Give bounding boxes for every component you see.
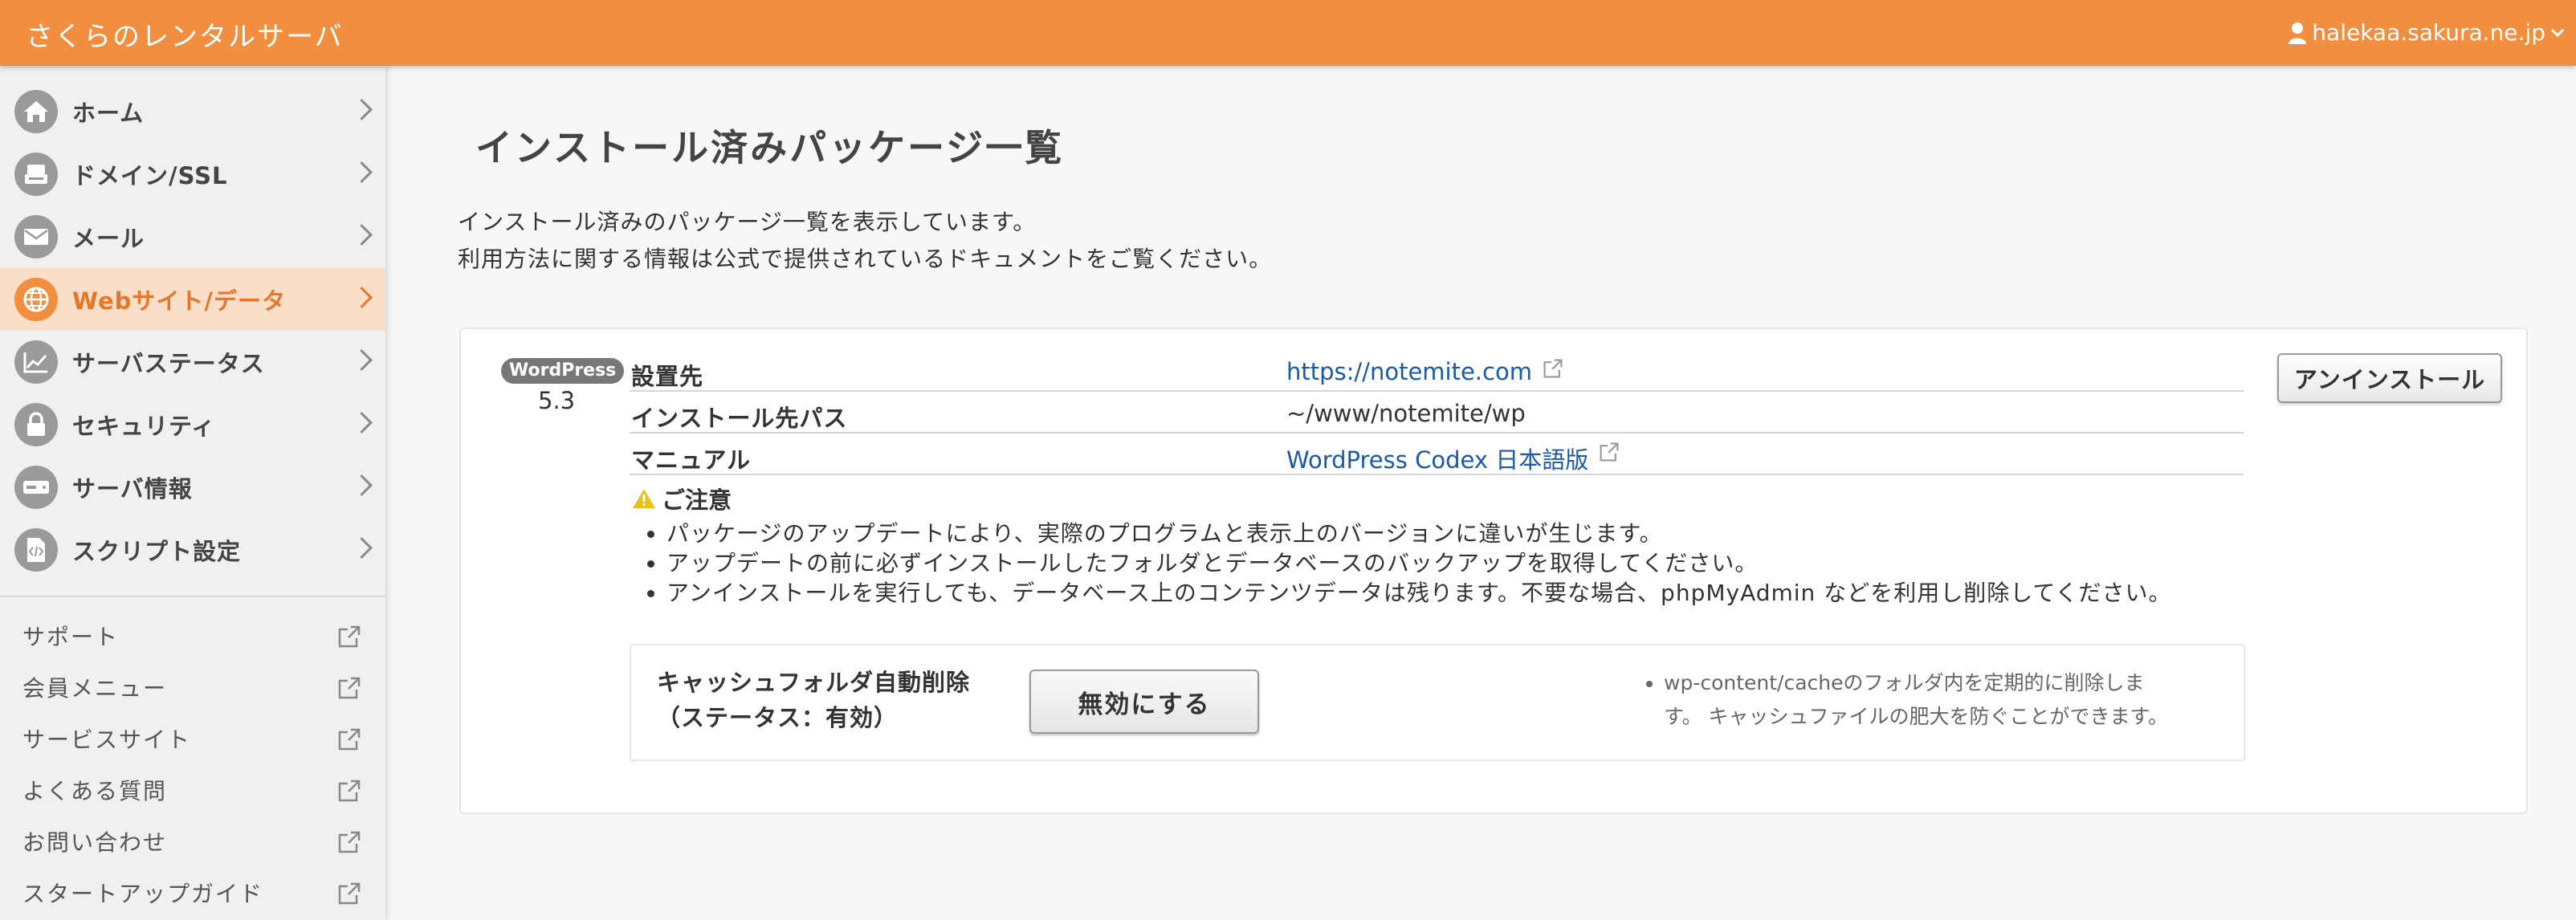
notice-title: ご注意 bbox=[662, 486, 732, 514]
chevron-right-icon bbox=[351, 537, 373, 559]
sidebar-item-security[interactable]: セキュリティ bbox=[0, 393, 385, 456]
sidebar-item-label: ドメイン/SSL bbox=[72, 162, 228, 189]
description-line: 利用方法に関する情報は公式で提供されているドキュメントをご覧ください。 bbox=[458, 246, 1273, 272]
list-item: wp-content/cacheのフォルダ内を定期的に削除します。 キャッシュフ… bbox=[1664, 666, 2242, 734]
sidebar-item-label: サーバステータス bbox=[72, 350, 265, 377]
page-description: インストール済みのパッケージ一覧を表示しています。 利用方法に関する情報は公式で… bbox=[458, 204, 1272, 278]
top-bar: さくらのレンタルサーバ halekaa.sakura.ne.jp bbox=[0, 0, 2576, 66]
sidebar-item-server-status[interactable]: サーバステータス bbox=[0, 331, 385, 393]
chevron-down-icon bbox=[2550, 28, 2565, 37]
sidebar-item-label: セキュリティ bbox=[72, 413, 216, 440]
chevron-right-icon bbox=[351, 349, 373, 371]
sidebar-link-service-site[interactable]: サービスサイト bbox=[0, 713, 385, 764]
globe-icon bbox=[14, 278, 58, 321]
external-link-icon bbox=[338, 831, 361, 853]
server-icon bbox=[14, 466, 58, 509]
sidebar-item-domain[interactable]: ドメイン/SSL bbox=[0, 143, 385, 206]
package-card: WordPress 5.3 設置先 https://notemite.com イ… bbox=[459, 328, 2528, 814]
sidebar-item-label: メール bbox=[72, 225, 145, 252]
list-item: パッケージのアップデートにより、実際のプログラムと表示上のバージョンに違いが生じ… bbox=[666, 519, 2172, 548]
page-title: インストール済みパッケージ一覧 bbox=[475, 126, 1065, 169]
package-badge: WordPress bbox=[501, 358, 625, 384]
home-icon bbox=[14, 90, 58, 133]
cache-setting-status: （ステータス：有効） bbox=[657, 704, 899, 731]
chevron-right-icon bbox=[351, 412, 373, 434]
external-link-icon bbox=[1543, 359, 1563, 378]
install-location-label: 設置先 bbox=[631, 363, 704, 390]
sidebar-link-support[interactable]: サポート bbox=[0, 610, 385, 662]
install-location-url: https://notemite.com bbox=[1286, 358, 1532, 385]
chevron-right-icon bbox=[351, 161, 373, 183]
sidebar-link-label: 会員メニュー bbox=[22, 675, 168, 702]
disable-cache-button[interactable]: 無効にする bbox=[1029, 670, 1259, 734]
list-item: アンインストールを実行しても、データベース上のコンテンツデータは残ります。不要な… bbox=[666, 578, 2172, 608]
user-menu[interactable]: halekaa.sakura.ne.jp bbox=[2288, 19, 2565, 46]
sidebar-item-label: サーバ情報 bbox=[72, 475, 193, 503]
notice-heading: ご注意 bbox=[631, 482, 732, 515]
sidebar-link-label: スタートアップガイド bbox=[22, 881, 264, 907]
sidebar-link-label: サポート bbox=[22, 624, 120, 650]
external-link-icon bbox=[338, 677, 361, 699]
user-icon bbox=[2289, 22, 2307, 44]
cache-setting-title: キャッシュフォルダ自動削除 bbox=[657, 669, 971, 696]
table-row: 設置先 https://notemite.com bbox=[630, 350, 2244, 392]
sidebar-link-label: よくある質問 bbox=[22, 778, 168, 804]
sidebar-item-label: Webサイト/データ bbox=[72, 287, 286, 315]
list-item: アップデートの前に必ずインストールしたフォルダとデータベースのバックアップを取得… bbox=[666, 548, 2172, 578]
uninstall-button[interactable]: アンインストール bbox=[2277, 353, 2502, 403]
user-name: halekaa.sakura.ne.jp bbox=[2312, 19, 2545, 46]
external-link-icon bbox=[338, 728, 361, 751]
external-link-icon bbox=[338, 882, 361, 905]
sidebar-link-label: サービスサイト bbox=[22, 727, 192, 753]
sidebar-link-startup-guide[interactable]: スタートアップガイド bbox=[0, 867, 385, 918]
external-link-icon bbox=[338, 625, 361, 648]
sidebar-divider bbox=[0, 596, 385, 597]
cache-setting-box: キャッシュフォルダ自動削除 （ステータス：有効） 無効にする wp-conten… bbox=[630, 644, 2245, 761]
sidebar-item-website-data[interactable]: Webサイト/データ bbox=[0, 268, 385, 331]
sidebar-link-label: お問い合わせ bbox=[22, 829, 168, 856]
chart-icon bbox=[14, 340, 58, 384]
sidebar-link-member-menu[interactable]: 会員メニュー bbox=[0, 662, 385, 713]
package-version: 5.3 bbox=[538, 387, 576, 414]
manual-link[interactable]: WordPress Codex 日本語版 bbox=[1286, 442, 1620, 475]
cache-note-line1: wp-content/cacheのフォルダ内を定期的に削除しま bbox=[1664, 671, 2145, 694]
install-path-value: ~/www/notemite/wp bbox=[1286, 400, 1526, 427]
sidebar-item-script-settings[interactable]: スクリプト設定 bbox=[0, 519, 385, 581]
cache-note: wp-content/cacheのフォルダ内を定期的に削除します。 キャッシュフ… bbox=[1635, 666, 2242, 734]
sidebar-item-label: ホーム bbox=[72, 100, 145, 127]
sidebar-item-home[interactable]: ホーム bbox=[0, 80, 385, 143]
cache-note-line2: す。 キャッシュファイルの肥大を防ぐことができます。 bbox=[1664, 705, 2168, 728]
description-line: インストール済みのパッケージ一覧を表示しています。 bbox=[458, 209, 1037, 235]
main-content: インストール済みパッケージ一覧 インストール済みのパッケージ一覧を表示しています… bbox=[385, 66, 2576, 920]
sidebar-item-server-info[interactable]: サーバ情報 bbox=[0, 456, 385, 519]
sidebar-link-contact[interactable]: お問い合わせ bbox=[0, 816, 385, 867]
manual-label: マニュアル bbox=[631, 446, 752, 474]
sidebar-item-label: スクリプト設定 bbox=[72, 538, 242, 565]
table-row: インストール先パス ~/www/notemite/wp bbox=[630, 392, 2244, 434]
install-path-label: インストール先パス bbox=[631, 405, 848, 432]
package-info-table: 設置先 https://notemite.com インストール先パス ~/www… bbox=[630, 350, 2244, 475]
sidebar-item-mail[interactable]: メール bbox=[0, 206, 385, 268]
cache-setting-label: キャッシュフォルダ自動削除 （ステータス：有効） bbox=[657, 665, 970, 735]
notice-list: パッケージのアップデートにより、実際のプログラムと表示上のバージョンに違いが生じ… bbox=[631, 519, 2172, 608]
domain-icon bbox=[14, 153, 58, 196]
install-location-link[interactable]: https://notemite.com bbox=[1286, 358, 1563, 385]
chevron-right-icon bbox=[351, 224, 373, 246]
chevron-right-icon bbox=[351, 474, 373, 496]
table-row: マニュアル WordPress Codex 日本語版 bbox=[630, 434, 2244, 475]
external-link-icon bbox=[1600, 442, 1619, 462]
sidebar: ホーム ドメイン/SSL メール Webサイト/データ サーバステータス セキュ bbox=[0, 66, 385, 920]
lock-icon bbox=[14, 403, 58, 446]
sidebar-link-faq[interactable]: よくある質問 bbox=[0, 764, 385, 816]
external-link-icon bbox=[338, 780, 361, 802]
chevron-right-icon bbox=[351, 287, 373, 308]
manual-link-text: WordPress Codex 日本語版 bbox=[1286, 446, 1589, 474]
script-icon bbox=[14, 528, 58, 572]
warning-icon bbox=[633, 489, 655, 508]
mail-icon bbox=[14, 215, 58, 258]
brand-logo[interactable]: さくらのレンタルサーバ bbox=[26, 14, 344, 54]
chevron-right-icon bbox=[351, 99, 373, 120]
